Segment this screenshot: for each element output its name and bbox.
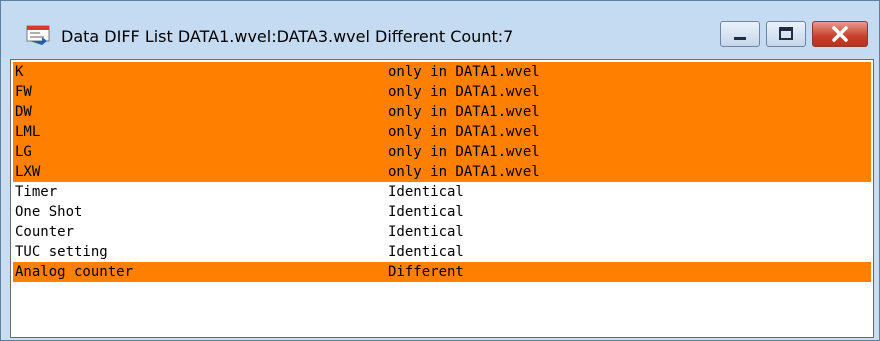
item-result: Identical	[388, 224, 464, 240]
item-result: only in DATA1.wvel	[388, 124, 540, 140]
item-name: One Shot	[15, 204, 83, 220]
item-result: only in DATA1.wvel	[388, 84, 540, 100]
list-item[interactable]: LG only in DATA1.wvel	[13, 142, 871, 162]
item-name: FW	[15, 84, 32, 100]
item-name: Counter	[15, 224, 75, 240]
item-name: LXW	[15, 164, 41, 180]
minimize-button[interactable]	[720, 21, 760, 47]
item-result: Identical	[388, 244, 464, 260]
item-result: Identical	[388, 184, 464, 200]
item-result: Different	[388, 264, 464, 280]
list-item[interactable]: One Shot Identical	[13, 202, 871, 222]
item-result: only in DATA1.wvel	[388, 64, 540, 80]
list-item[interactable]: Timer Identical	[13, 182, 871, 202]
item-name: K	[15, 64, 24, 80]
diff-list-icon	[26, 25, 50, 45]
item-result: only in DATA1.wvel	[388, 104, 540, 120]
close-icon	[832, 26, 848, 42]
list-item[interactable]: Konly in DATA1.wvel	[13, 62, 871, 82]
close-button[interactable]	[812, 21, 868, 47]
item-name: LML	[15, 124, 41, 140]
item-result: Identical	[388, 204, 464, 220]
window-title: Data DIFF List DATA1.wvel:DATA3.wvel Dif…	[61, 27, 514, 46]
list-item[interactable]: Counter Identical	[13, 222, 871, 242]
diff-list[interactable]: Konly in DATA1.wvel FW only in DATA1.wvel D…	[10, 59, 874, 338]
maximize-icon	[779, 27, 793, 40]
item-name: TUC setting	[15, 244, 108, 260]
diff-list-window: Data DIFF List DATA1.wvel:DATA3.wvel Dif…	[0, 0, 880, 341]
title-bar[interactable]: Data DIFF List DATA1.wvel:DATA3.wvel Dif…	[1, 1, 879, 57]
list-item[interactable]: LXW only in DATA1.wvel	[13, 162, 871, 182]
item-name: DW	[15, 104, 32, 120]
list-item[interactable]: FW only in DATA1.wvel	[13, 82, 871, 102]
item-name: Timer	[15, 184, 58, 200]
item-name: LG	[15, 144, 32, 160]
list-item[interactable]: Analog counter Different	[13, 262, 871, 282]
minimize-icon	[734, 37, 746, 40]
list-item[interactable]: DW only in DATA1.wvel	[13, 102, 871, 122]
maximize-button[interactable]	[766, 21, 806, 47]
list-item[interactable]: LML only in DATA1.wvel	[13, 122, 871, 142]
item-result: only in DATA1.wvel	[388, 164, 540, 180]
list-item[interactable]: TUC setting Identical	[13, 242, 871, 262]
item-name: Analog counter	[15, 264, 134, 280]
item-result: only in DATA1.wvel	[388, 144, 540, 160]
